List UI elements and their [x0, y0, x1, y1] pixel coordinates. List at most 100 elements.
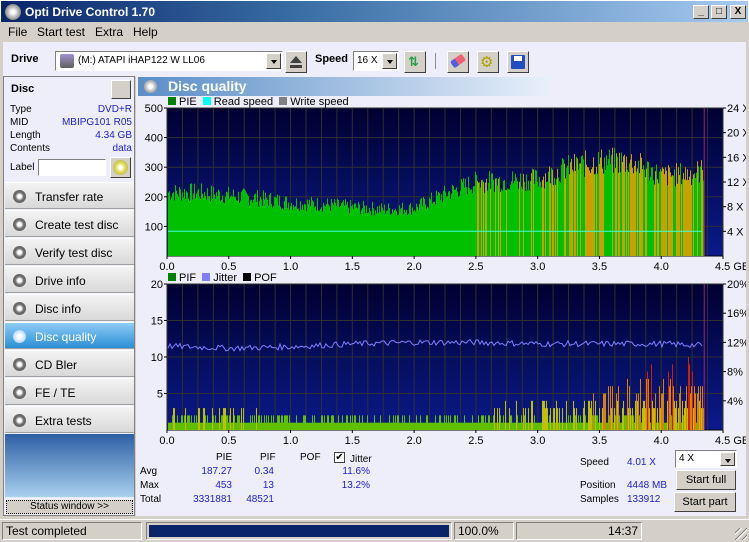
test-speed-select[interactable]: 4 X: [675, 450, 737, 468]
fe-te-icon: [13, 386, 26, 399]
menu-help[interactable]: Help: [133, 25, 158, 39]
pie-bar: [655, 171, 656, 256]
pie-bar: [606, 155, 607, 256]
menu-file[interactable]: File: [8, 25, 27, 39]
pif-bar: [182, 415, 183, 430]
nav-drive-info[interactable]: Drive info: [5, 266, 134, 293]
pif-bar: [252, 415, 253, 430]
pie-bar: [304, 203, 305, 256]
pif-bar: [319, 422, 320, 430]
pif-bar: [454, 415, 455, 430]
pif-bar: [584, 400, 585, 430]
nav-create-test-disc[interactable]: Create test disc: [5, 210, 134, 237]
maximize-button[interactable]: □: [711, 5, 727, 19]
pif-bar: [429, 422, 430, 430]
nav-disc-quality[interactable]: Disc quality: [5, 322, 134, 349]
y-tick-label: 400: [145, 133, 163, 145]
chevron-down-icon[interactable]: [382, 53, 397, 69]
pie-bar: [382, 207, 383, 256]
nav-disc-info[interactable]: Disc info: [5, 294, 134, 321]
pie-bar: [269, 194, 270, 256]
resize-grip[interactable]: [735, 528, 747, 540]
speed-select[interactable]: 16 X: [353, 51, 399, 71]
pif-bar: [628, 408, 629, 430]
pif-bar: [633, 415, 634, 430]
pie-bar: [349, 213, 350, 256]
nav-transfer-rate[interactable]: Transfer rate: [5, 182, 134, 209]
pif-bar: [282, 415, 283, 430]
pie-bar: [231, 195, 232, 256]
save-button[interactable]: [507, 51, 529, 73]
pif-bar: [183, 422, 184, 430]
disc-label-button[interactable]: [110, 157, 131, 178]
pif-bar: [280, 422, 281, 430]
pie-bar: [497, 185, 498, 256]
pie-bar: [275, 197, 276, 256]
drive-select[interactable]: (M:) ATAPI iHAP122 W LL06: [55, 51, 283, 71]
pie-bar: [550, 183, 551, 256]
section-header: Disc quality: [138, 77, 550, 96]
pif-bar: [460, 422, 461, 430]
pif-bar: [263, 422, 264, 430]
pif-bar: [452, 422, 453, 430]
pif-bar: [354, 415, 355, 430]
nav-cd-bler[interactable]: CD Bler: [5, 350, 134, 377]
pie-bar: [682, 179, 683, 256]
chevron-down-icon[interactable]: [266, 53, 281, 69]
pif-bar: [467, 422, 468, 430]
pie-bar: [567, 165, 568, 256]
pie-bar: [643, 165, 644, 256]
disc-label-input[interactable]: [38, 159, 106, 176]
disc-refresh-button[interactable]: [111, 80, 131, 99]
erase-button[interactable]: [447, 51, 469, 73]
pie-bar: [439, 192, 440, 256]
menu-start-test[interactable]: Start test: [37, 25, 85, 39]
chevron-down-icon[interactable]: [720, 452, 735, 466]
refresh-button[interactable]: ⇅: [404, 51, 426, 73]
minimize-button[interactable]: _: [693, 5, 709, 19]
pif-bar: [364, 422, 365, 430]
pif-bar: [178, 422, 179, 430]
status-window-button[interactable]: Status window >>: [6, 500, 133, 514]
pie-bar: [616, 153, 617, 256]
close-button[interactable]: X: [730, 5, 746, 19]
menu-extra[interactable]: Extra: [95, 25, 123, 39]
pie-bar: [519, 181, 520, 256]
pif-bar: [207, 415, 208, 430]
nav-fe-te[interactable]: FE / TE: [5, 378, 134, 405]
pie-bar: [253, 199, 254, 256]
pie-bar: [650, 176, 651, 256]
pie-bar: [354, 203, 355, 256]
pie-bar: [658, 183, 659, 256]
x-tick-label: 1.5: [345, 261, 360, 273]
jitter-checkbox[interactable]: ✔: [334, 452, 345, 463]
pif-bar: [568, 415, 569, 430]
start-full-button[interactable]: Start full: [676, 470, 736, 490]
pif-bar: [581, 422, 582, 430]
pie-bar: [512, 171, 513, 256]
nav-extra-tests[interactable]: Extra tests: [5, 406, 134, 433]
x-tick-label: 2.0: [406, 261, 421, 273]
pie-bar: [597, 173, 598, 256]
pie-bar: [460, 190, 461, 256]
pie-bar: [408, 213, 409, 256]
start-part-button[interactable]: Start part: [674, 492, 736, 512]
pie-bar: [390, 214, 391, 256]
eject-button[interactable]: [285, 51, 307, 73]
pif-bar: [667, 400, 668, 430]
settings-button[interactable]: ⚙: [477, 51, 499, 73]
pif-bar: [289, 415, 290, 430]
pif-bar: [649, 408, 650, 430]
pie-bar: [680, 163, 681, 256]
pie-bar: [677, 183, 678, 256]
pie-bar: [502, 190, 503, 256]
pif-bar: [239, 415, 240, 430]
pif-bar: [250, 415, 251, 430]
nav-verify-test-disc[interactable]: Verify test disc: [5, 238, 134, 265]
pif-bar: [301, 422, 302, 430]
pif-bar: [274, 422, 275, 430]
pie-bar: [641, 157, 642, 256]
pie-bar: [212, 198, 213, 256]
pie-bar: [380, 211, 381, 256]
pie-bar: [353, 208, 354, 256]
